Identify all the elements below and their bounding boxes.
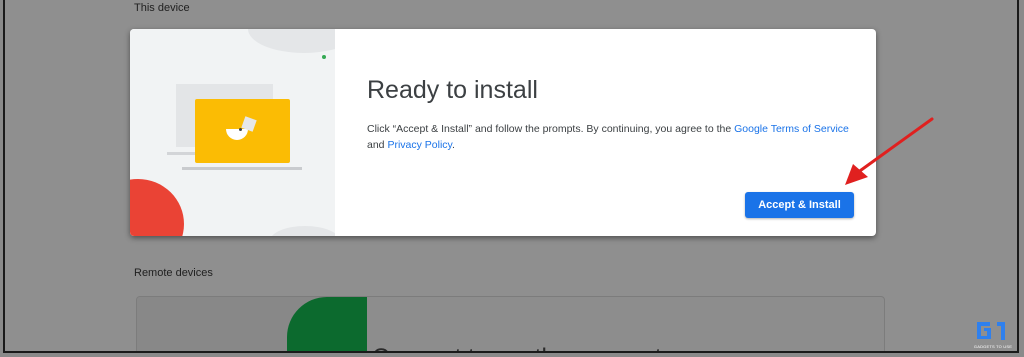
section-label-this-device: This device bbox=[134, 2, 190, 14]
red-arrow-icon bbox=[845, 117, 934, 185]
dot-shape bbox=[239, 128, 242, 131]
body-text-suffix: . bbox=[452, 139, 455, 151]
accept-install-button[interactable]: Accept & Install bbox=[745, 192, 854, 218]
green-dot bbox=[322, 55, 326, 59]
install-dialog: Ready to install Click “Accept & Install… bbox=[130, 29, 876, 236]
watermark-g1-icon bbox=[977, 322, 1005, 340]
privacy-policy-link[interactable]: Privacy Policy bbox=[387, 139, 452, 151]
decor-blob bbox=[270, 226, 335, 236]
body-text-and: and bbox=[367, 139, 388, 151]
dialog-title: Ready to install bbox=[367, 76, 538, 104]
remote-card-title: Connect to another computer bbox=[372, 344, 683, 351]
red-blob bbox=[130, 179, 184, 236]
dialog-body: Click “Accept & Install” and follow the … bbox=[367, 121, 862, 153]
laptop-base bbox=[182, 167, 302, 170]
watermark-logo-icon: GADGETS TO USE bbox=[973, 318, 1013, 354]
decor-blob bbox=[248, 29, 335, 53]
remote-devices-card: Connect to another computer bbox=[136, 296, 885, 351]
monitor-stand bbox=[167, 152, 197, 155]
section-label-remote-devices: Remote devices bbox=[134, 267, 213, 279]
laptop-illustration-icon bbox=[130, 29, 335, 236]
body-text-prefix: Click “Accept & Install” and follow the … bbox=[367, 123, 735, 135]
terms-of-service-link[interactable]: Google Terms of Service bbox=[734, 123, 849, 135]
watermark-text: GADGETS TO USE bbox=[973, 344, 1013, 349]
